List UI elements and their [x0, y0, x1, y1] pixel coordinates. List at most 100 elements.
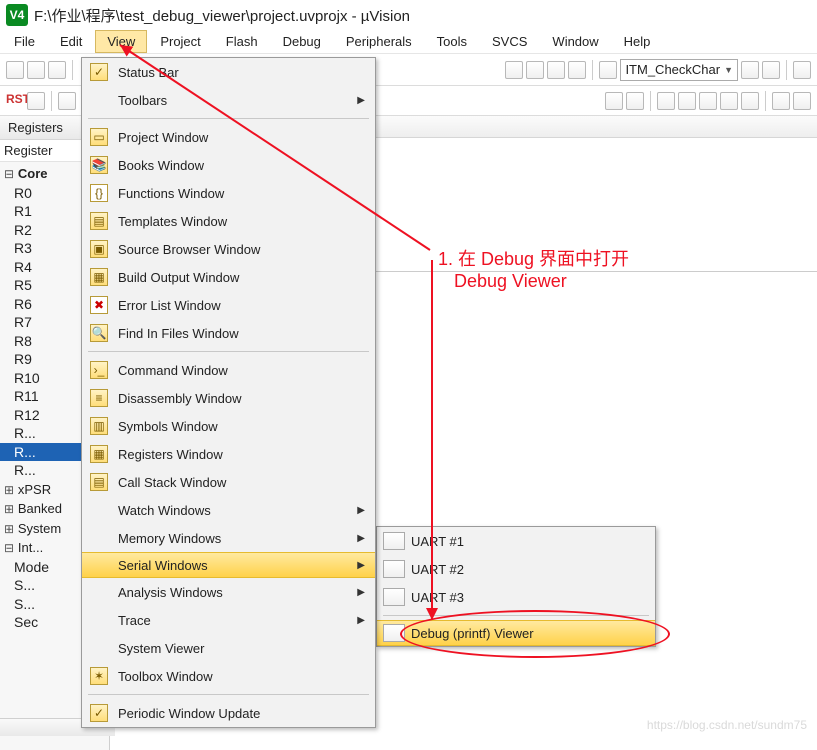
menu-item-find-in-files[interactable]: 🔍Find In Files Window: [82, 319, 375, 347]
tool-icon[interactable]: [505, 61, 523, 79]
submenu-item-uart2[interactable]: UART #2: [377, 555, 655, 583]
books-icon: 📚: [90, 156, 108, 174]
tool-icon[interactable]: [793, 61, 811, 79]
menu-separator: [383, 615, 649, 616]
tool-icon[interactable]: [599, 61, 617, 79]
reset-icon[interactable]: RST: [6, 92, 24, 110]
browser-icon: ▣: [90, 240, 108, 258]
chevron-down-icon: ▼: [724, 65, 733, 75]
uart-icon: [383, 532, 405, 550]
app-icon: V4: [6, 4, 28, 26]
menu-item-build-output[interactable]: ▦Build Output Window: [82, 263, 375, 291]
menu-item-watch-windows[interactable]: Watch Windows: [82, 496, 375, 524]
menu-item-error-list[interactable]: ✖Error List Window: [82, 291, 375, 319]
menu-item-command-window[interactable]: ›_Command Window: [82, 356, 375, 384]
menu-item-analysis-windows[interactable]: Analysis Windows: [82, 578, 375, 606]
tool-icon[interactable]: [6, 61, 24, 79]
view-menu: ✓Status Bar Toolbars ▭Project Window 📚Bo…: [81, 57, 376, 728]
menu-item-source-browser[interactable]: ▣Source Browser Window: [82, 235, 375, 263]
cmd-icon: ›_: [90, 361, 108, 379]
printf-icon: [383, 624, 405, 642]
separator: [765, 91, 766, 111]
tool-icon[interactable]: [741, 61, 759, 79]
find-icon: 🔍: [90, 324, 108, 342]
menu-item-memory-windows[interactable]: Memory Windows: [82, 524, 375, 552]
tool-icon[interactable]: [657, 92, 675, 110]
tool-icon[interactable]: [772, 92, 790, 110]
menu-window[interactable]: Window: [540, 30, 610, 53]
menu-item-functions-window[interactable]: {}Functions Window: [82, 179, 375, 207]
menu-help[interactable]: Help: [612, 30, 663, 53]
symbol-combo-value: ITM_CheckChar: [625, 62, 720, 77]
menu-separator: [88, 351, 369, 352]
check-icon: ✓: [90, 63, 108, 81]
tool-icon[interactable]: [568, 61, 586, 79]
tool-icon[interactable]: [547, 61, 565, 79]
watermark: https://blog.csdn.net/sundm75: [647, 718, 807, 732]
separator: [650, 91, 651, 111]
menu-separator: [88, 694, 369, 695]
tool-icon[interactable]: [741, 92, 759, 110]
submenu-item-debug-printf-viewer[interactable]: Debug (printf) Viewer: [377, 620, 655, 646]
window-title: F:\作业\程序\test_debug_viewer\project.uvpro…: [34, 5, 410, 26]
tool-icon[interactable]: [762, 61, 780, 79]
disasm-icon: ≡: [90, 389, 108, 407]
menu-item-toolbox-window[interactable]: ✶Toolbox Window: [82, 662, 375, 690]
menu-item-trace[interactable]: Trace: [82, 606, 375, 634]
menu-item-books-window[interactable]: 📚Books Window: [82, 151, 375, 179]
menu-svcs[interactable]: SVCS: [480, 30, 539, 53]
expand-icon[interactable]: ⊞: [4, 481, 14, 500]
menu-view[interactable]: View: [95, 30, 147, 53]
menu-item-statusbar[interactable]: ✓Status Bar: [82, 58, 375, 86]
menu-file[interactable]: File: [2, 30, 47, 53]
menu-flash[interactable]: Flash: [214, 30, 270, 53]
menu-item-system-viewer[interactable]: System Viewer: [82, 634, 375, 662]
tool-icon[interactable]: [720, 92, 738, 110]
menu-peripherals[interactable]: Peripherals: [334, 30, 424, 53]
error-icon: ✖: [90, 296, 108, 314]
tool-icon[interactable]: [626, 92, 644, 110]
symbol-combo[interactable]: ITM_CheckChar ▼: [620, 59, 738, 81]
tool-icon[interactable]: [58, 92, 76, 110]
tool-icon[interactable]: [526, 61, 544, 79]
tool-icon[interactable]: [605, 92, 623, 110]
menu-item-project-window[interactable]: ▭Project Window: [82, 123, 375, 151]
menu-item-periodic-update[interactable]: ✓Periodic Window Update: [82, 699, 375, 727]
tool-icon[interactable]: [699, 92, 717, 110]
separator: [592, 60, 593, 80]
menu-debug[interactable]: Debug: [271, 30, 333, 53]
menu-item-toolbars[interactable]: Toolbars: [82, 86, 375, 114]
check-icon: ✓: [90, 704, 108, 722]
menu-edit[interactable]: Edit: [48, 30, 94, 53]
menu-item-symbols-window[interactable]: ▥Symbols Window: [82, 412, 375, 440]
menu-item-templates-window[interactable]: ▤Templates Window: [82, 207, 375, 235]
menubar: File Edit View Project Flash Debug Perip…: [0, 30, 817, 54]
uart-icon: [383, 588, 405, 606]
tool-icon[interactable]: [48, 61, 66, 79]
menu-item-serial-windows[interactable]: Serial Windows: [82, 552, 375, 578]
separator: [72, 60, 73, 80]
collapse-icon[interactable]: ⊟: [4, 539, 14, 558]
menu-item-registers-window[interactable]: ▦Registers Window: [82, 440, 375, 468]
titlebar: V4 F:\作业\程序\test_debug_viewer\project.uv…: [0, 0, 817, 30]
separator: [786, 60, 787, 80]
output-icon: ▦: [90, 268, 108, 286]
braces-icon: {}: [90, 184, 108, 202]
symbols-icon: ▥: [90, 417, 108, 435]
menu-project[interactable]: Project: [148, 30, 212, 53]
submenu-item-uart3[interactable]: UART #3: [377, 583, 655, 611]
tool-icon[interactable]: [27, 92, 45, 110]
collapse-icon[interactable]: ⊟: [4, 165, 14, 184]
tool-icon[interactable]: [27, 61, 45, 79]
callstack-icon: ▤: [90, 473, 108, 491]
menu-item-callstack-window[interactable]: ▤Call Stack Window: [82, 468, 375, 496]
submenu-item-uart1[interactable]: UART #1: [377, 527, 655, 555]
serial-submenu: UART #1 UART #2 UART #3 Debug (printf) V…: [376, 526, 656, 647]
expand-icon[interactable]: ⊞: [4, 500, 14, 519]
uart-icon: [383, 560, 405, 578]
expand-icon[interactable]: ⊞: [4, 520, 14, 539]
tool-icon[interactable]: [678, 92, 696, 110]
menu-item-disassembly-window[interactable]: ≡Disassembly Window: [82, 384, 375, 412]
tool-icon[interactable]: [793, 92, 811, 110]
menu-tools[interactable]: Tools: [425, 30, 479, 53]
